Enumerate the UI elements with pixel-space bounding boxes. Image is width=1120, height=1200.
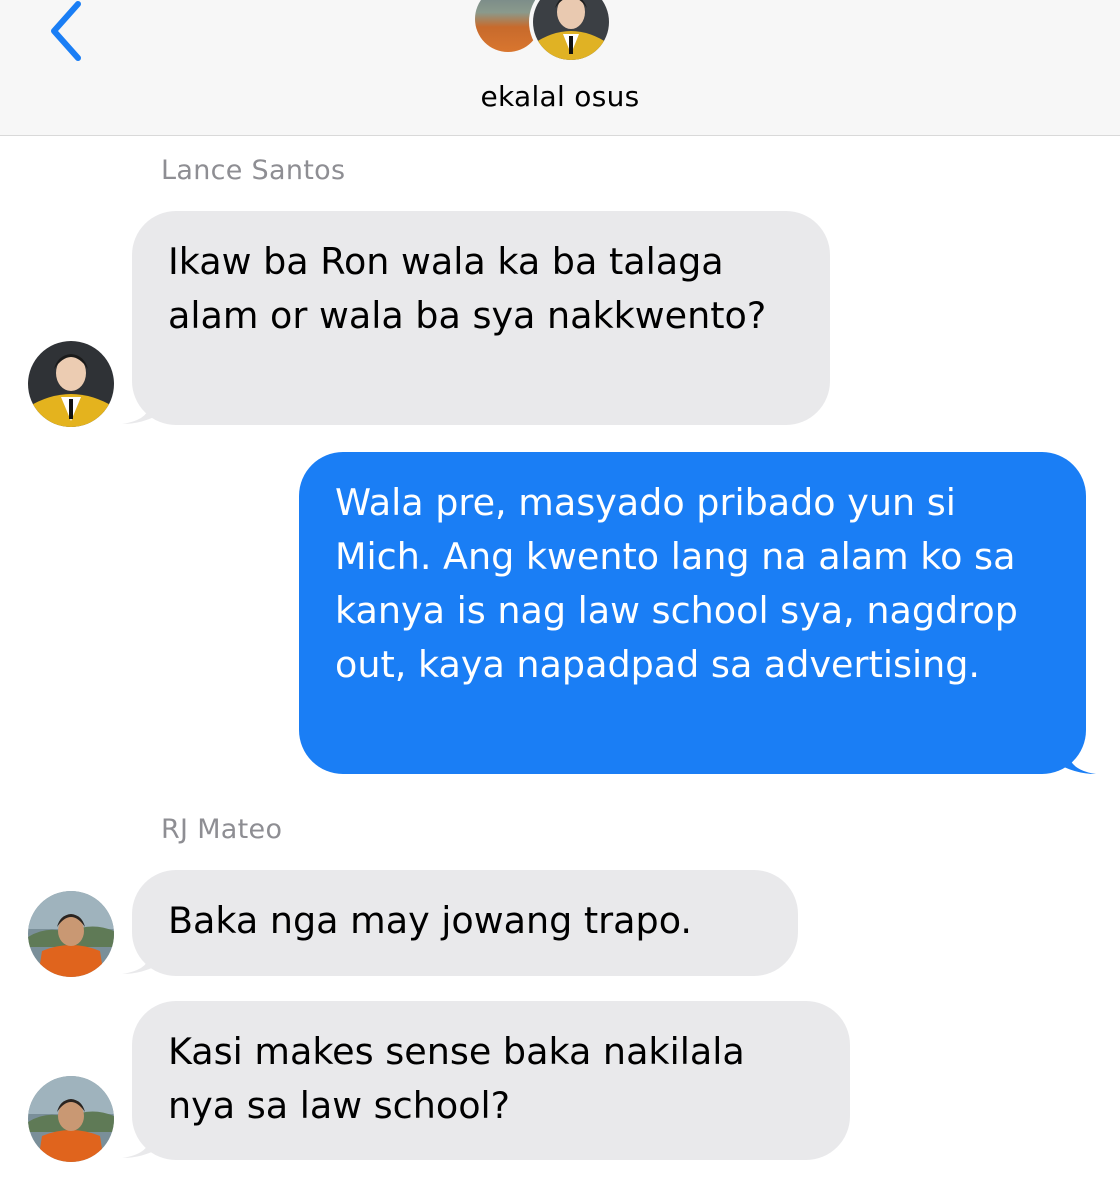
avatar[interactable] <box>28 341 114 427</box>
message-bubble-incoming[interactable]: Baka nga may jowang trapo. <box>132 870 798 976</box>
message-bubble-incoming[interactable]: Kasi makes sense baka nakilala nya sa la… <box>132 1001 850 1160</box>
group-avatar-member <box>529 0 613 64</box>
group-avatar[interactable] <box>471 0 651 64</box>
avatar-image <box>28 341 114 427</box>
message-bubble-outgoing[interactable]: Wala pre, masyado pribado yun si Mich. A… <box>299 452 1086 774</box>
back-button[interactable] <box>40 0 100 66</box>
conversation-header: ekalal osus <box>0 0 1120 136</box>
thread-title: ekalal osus <box>480 80 640 113</box>
sender-name: RJ Mateo <box>161 814 283 845</box>
avatar-image <box>28 891 114 977</box>
sender-name: Lance Santos <box>161 155 346 186</box>
message-bubble-incoming[interactable]: Ikaw ba Ron wala ka ba talaga alam or wa… <box>132 211 830 425</box>
avatar-image <box>28 1076 114 1162</box>
avatar[interactable] <box>28 891 114 977</box>
avatar[interactable] <box>28 1076 114 1162</box>
chevron-left-icon <box>51 1 81 61</box>
